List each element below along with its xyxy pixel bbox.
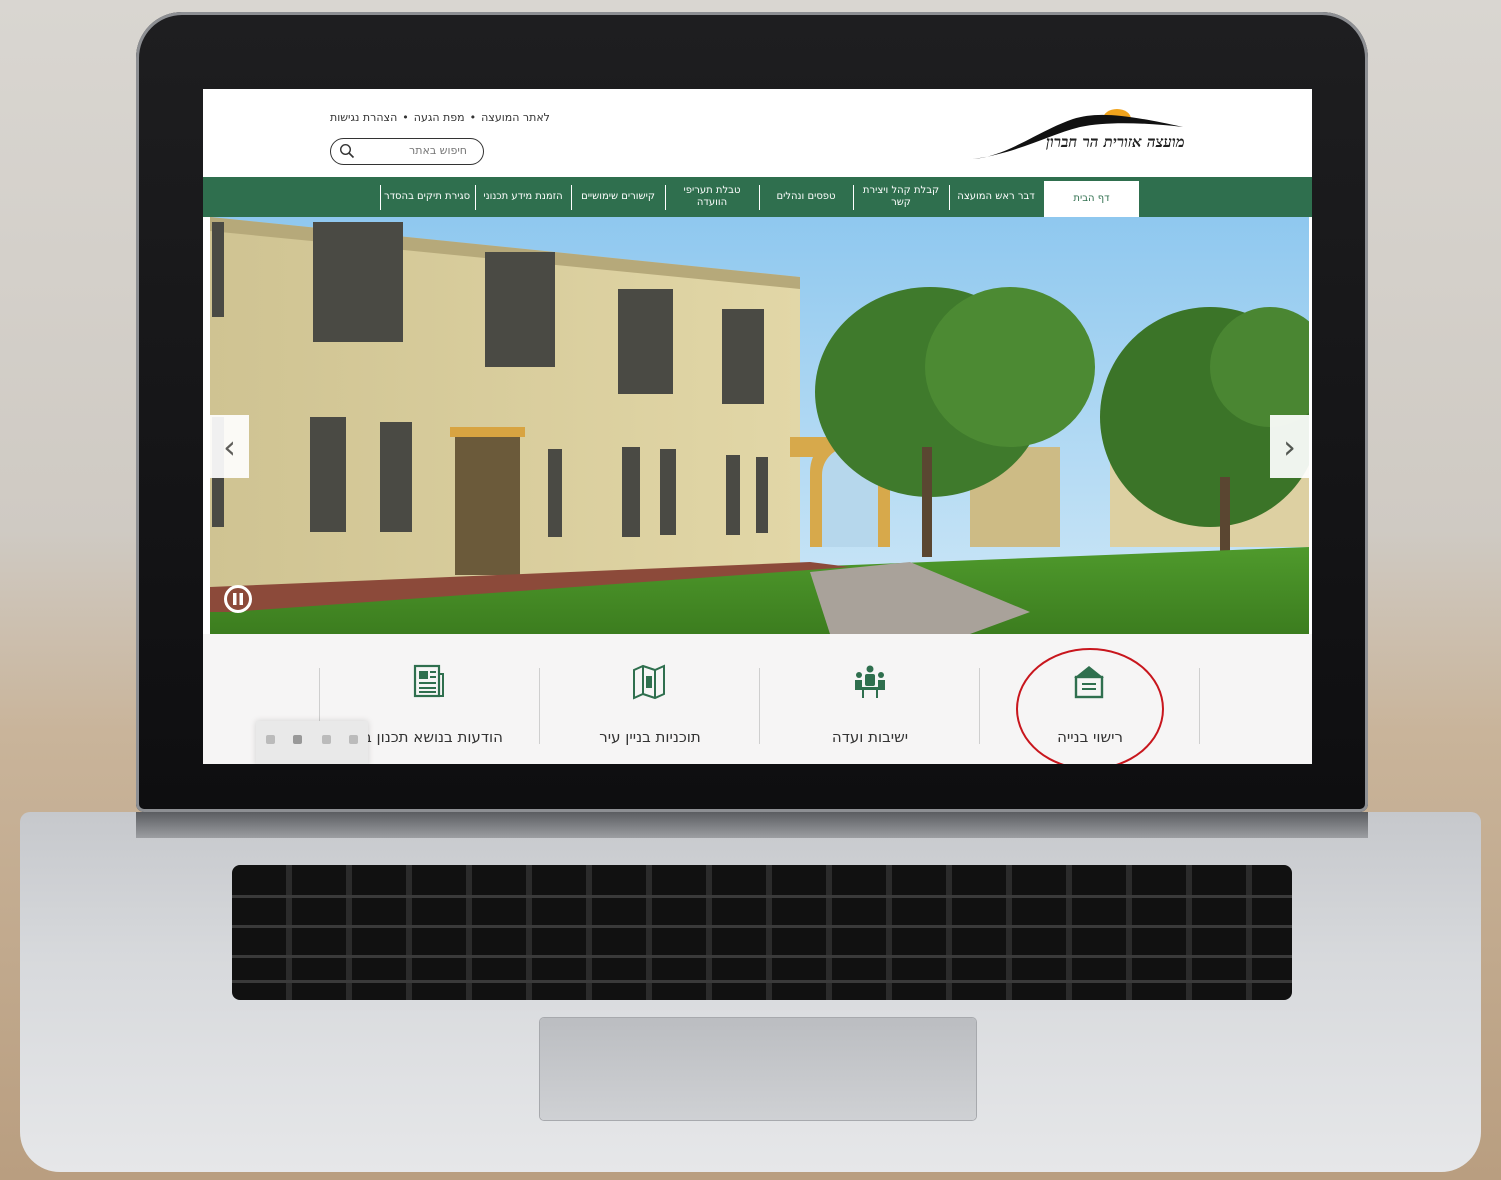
card-label: ישיבות ועדה xyxy=(831,728,909,746)
logo-text: מועצה אזורית הר חברון xyxy=(1046,133,1185,151)
search-icon[interactable] xyxy=(339,143,355,159)
laptop-hinge xyxy=(136,812,1368,838)
accessibility-widget[interactable] xyxy=(256,721,368,764)
card-committee-meetings[interactable]: ישיבות ועדה xyxy=(760,634,980,764)
link-directions-map[interactable]: מפת הגעה xyxy=(414,111,465,124)
main-nav: דף הבית דבר ראש המועצה קבלת קהל ויצירת ק… xyxy=(203,177,1312,217)
committee-meeting-icon xyxy=(855,665,885,698)
search-box[interactable] xyxy=(330,138,484,165)
pause-icon xyxy=(233,593,243,605)
nav-useful-links[interactable]: קישורים שימושיים xyxy=(573,177,663,217)
nav-committee-fees[interactable]: טבלת תעריפי הוועדה xyxy=(667,177,757,217)
card-label: תוכניות בניין עיר xyxy=(599,728,701,746)
newspaper-icon xyxy=(413,664,444,698)
nav-home[interactable]: דף הבית xyxy=(1044,181,1139,217)
hero-image xyxy=(210,217,1309,634)
site-logo xyxy=(973,109,1183,159)
laptop-trackpad xyxy=(540,1018,976,1120)
laptop-keyboard xyxy=(232,865,1292,1000)
link-accessibility-statement[interactable]: הצהרת נגישות xyxy=(330,111,397,124)
top-links: לאתר המועצה•מפת הגעה•הצהרת נגישות xyxy=(330,111,550,124)
nav-mayor-message[interactable]: דבר ראש המועצה xyxy=(951,177,1041,217)
quick-links: רישוי בנייה ישיבות ועדה תוכניות בניין עי… xyxy=(203,634,1312,764)
highlight-circle xyxy=(1016,648,1164,764)
slider-prev-button[interactable]: ‹ xyxy=(210,415,249,478)
nav-close-files[interactable]: סגירת תיקים בהסדר xyxy=(383,177,471,217)
site-header: לאתר המועצה•מפת הגעה•הצהרת נגישות מועצה … xyxy=(203,89,1312,177)
nav-order-planning-info[interactable]: הזמנת מידע תכנוני xyxy=(479,177,567,217)
slider-next-button[interactable]: › xyxy=(1270,415,1309,478)
card-city-building-plans[interactable]: תוכניות בניין עיר xyxy=(540,634,760,764)
nav-reception-contact[interactable]: קבלת קהל ויצירת קשר xyxy=(855,177,947,217)
slider-pause-button[interactable] xyxy=(224,585,252,613)
hero-slider: ‹ › xyxy=(210,217,1309,634)
link-council-site[interactable]: לאתר המועצה xyxy=(481,111,550,124)
browser-screen: לאתר המועצה•מפת הגעה•הצהרת נגישות מועצה … xyxy=(203,89,1312,764)
search-input[interactable] xyxy=(355,143,469,158)
map-plans-icon xyxy=(633,664,665,700)
nav-forms-procedures[interactable]: טפסים ונהלים xyxy=(761,177,851,217)
